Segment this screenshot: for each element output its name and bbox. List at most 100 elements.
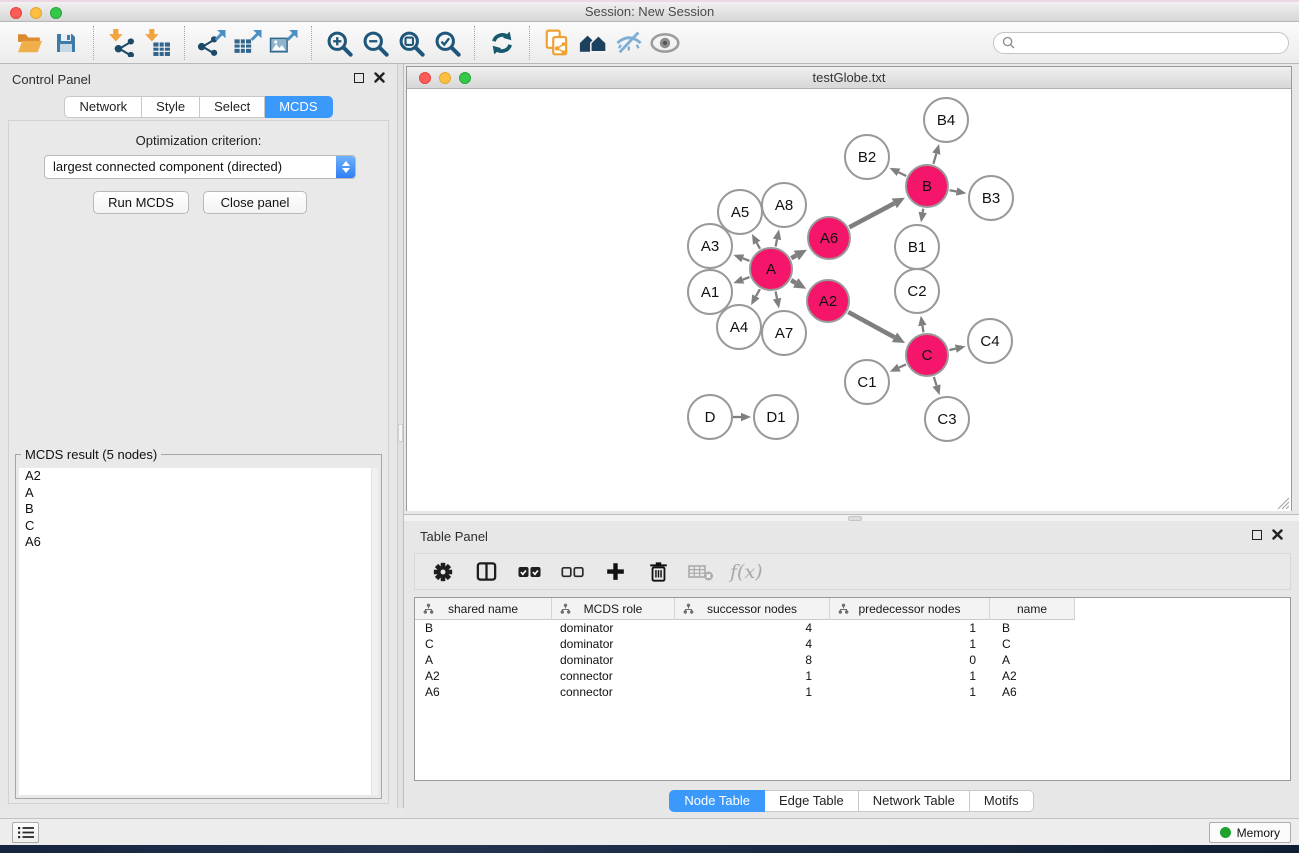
- add-column-button[interactable]: [601, 558, 629, 586]
- graph-node-C3[interactable]: C3: [925, 397, 969, 441]
- run-mcds-button[interactable]: Run MCDS: [93, 191, 189, 214]
- graph-node-C1[interactable]: C1: [845, 360, 889, 404]
- graph-edge-A-A1[interactable]: [733, 276, 749, 284]
- mcds-result-item[interactable]: A: [19, 485, 378, 502]
- maximize-window-button[interactable]: [50, 7, 62, 19]
- graph-edge-C-C2[interactable]: [918, 316, 926, 333]
- save-session-button[interactable]: [48, 25, 84, 61]
- graph-node-C4[interactable]: C4: [968, 319, 1012, 363]
- graph-node-A4[interactable]: A4: [717, 305, 761, 349]
- tab-node-table[interactable]: Node Table: [669, 790, 765, 812]
- graph-edge-D-D1[interactable]: [733, 413, 751, 421]
- graph-node-B[interactable]: B: [906, 165, 948, 207]
- tab-style[interactable]: Style: [142, 96, 200, 118]
- graph-edge-A-A8[interactable]: [773, 229, 781, 246]
- resize-grip-icon[interactable]: [1277, 497, 1290, 510]
- table-row[interactable]: Adominator80A: [415, 652, 1290, 668]
- graph-node-A8[interactable]: A8: [762, 183, 806, 227]
- table-row[interactable]: A2connector11A2: [415, 668, 1290, 684]
- tab-network-table[interactable]: Network Table: [859, 790, 970, 812]
- graph-node-D1[interactable]: D1: [754, 395, 798, 439]
- table-settings-button[interactable]: [429, 558, 457, 586]
- column-header-predecessor-nodes[interactable]: predecessor nodes: [830, 598, 990, 620]
- graph-node-B2[interactable]: B2: [845, 135, 889, 179]
- graph-edge-C-C4[interactable]: [949, 344, 965, 352]
- close-panel-icon[interactable]: [1272, 529, 1283, 540]
- graph-node-B4[interactable]: B4: [924, 98, 968, 142]
- vertical-splitter[interactable]: [397, 64, 404, 808]
- graph-edge-A-A7[interactable]: [773, 292, 781, 309]
- graph-edge-C-C3[interactable]: [933, 377, 941, 395]
- memory-button[interactable]: Memory: [1209, 822, 1291, 843]
- minimize-window-button[interactable]: [439, 72, 451, 84]
- graph-node-A7[interactable]: A7: [762, 311, 806, 355]
- mcds-result-item[interactable]: A6: [19, 534, 378, 551]
- table-row[interactable]: Cdominator41C: [415, 636, 1290, 652]
- graph-node-A[interactable]: A: [750, 248, 792, 290]
- graph-edge-A-A4[interactable]: [751, 289, 760, 305]
- close-window-button[interactable]: [419, 72, 431, 84]
- column-header-name[interactable]: name: [990, 598, 1075, 620]
- export-image-button[interactable]: [266, 25, 302, 61]
- deselect-all-columns-button[interactable]: [558, 558, 586, 586]
- tab-network[interactable]: Network: [64, 96, 142, 118]
- delete-table-button[interactable]: [687, 558, 715, 586]
- export-network-button[interactable]: [194, 25, 230, 61]
- graph-edge-A2-C[interactable]: [848, 312, 905, 343]
- zoom-out-button[interactable]: [357, 25, 393, 61]
- delete-column-button[interactable]: [644, 558, 672, 586]
- zoom-selected-button[interactable]: [429, 25, 465, 61]
- maximize-window-button[interactable]: [459, 72, 471, 84]
- graph-edge-B-B1[interactable]: [919, 209, 927, 223]
- graph-node-C[interactable]: C: [906, 334, 948, 376]
- graph-edge-B-B4[interactable]: [932, 144, 940, 164]
- minimize-window-button[interactable]: [30, 7, 42, 19]
- graph-edge-A-A3[interactable]: [733, 254, 749, 262]
- tab-mcds[interactable]: MCDS: [265, 96, 332, 118]
- graph-edge-A-A5[interactable]: [752, 234, 760, 249]
- tab-edge-table[interactable]: Edge Table: [765, 790, 859, 812]
- close-window-button[interactable]: [10, 7, 22, 19]
- import-network-button[interactable]: [103, 25, 139, 61]
- graph-node-A6[interactable]: A6: [808, 217, 850, 259]
- graph-edge-A6-B[interactable]: [849, 198, 905, 228]
- float-panel-icon[interactable]: [1252, 530, 1262, 540]
- horizontal-splitter[interactable]: [404, 514, 1299, 521]
- graph-node-A1[interactable]: A1: [688, 270, 732, 314]
- select-all-columns-button[interactable]: [515, 558, 543, 586]
- graph-edge-C-C1[interactable]: [890, 364, 906, 372]
- graph-node-B1[interactable]: B1: [895, 225, 939, 269]
- task-history-button[interactable]: [12, 822, 39, 843]
- graph-edge-A-A2[interactable]: [791, 278, 806, 289]
- mcds-result-item[interactable]: C: [19, 518, 378, 535]
- open-session-button[interactable]: [12, 25, 48, 61]
- function-builder-button[interactable]: f(x): [730, 558, 763, 586]
- tab-motifs[interactable]: Motifs: [970, 790, 1034, 812]
- graph-edge-A-A6[interactable]: [791, 250, 807, 261]
- mcds-list-scrollbar[interactable]: [371, 468, 378, 795]
- graph-node-A3[interactable]: A3: [688, 224, 732, 268]
- table-row[interactable]: A6connector11A6: [415, 684, 1290, 700]
- mcds-result-item[interactable]: B: [19, 501, 378, 518]
- show-all-button[interactable]: [647, 25, 683, 61]
- splitter-grip[interactable]: [398, 424, 403, 442]
- apply-layout-button[interactable]: [484, 25, 520, 61]
- tab-select[interactable]: Select: [200, 96, 265, 118]
- mcds-result-item[interactable]: A2: [19, 468, 378, 485]
- export-table-button[interactable]: [230, 25, 266, 61]
- graph-edge-B-B2[interactable]: [890, 168, 907, 176]
- column-header-MCDS-role[interactable]: MCDS role: [552, 598, 675, 620]
- column-header-successor-nodes[interactable]: successor nodes: [675, 598, 830, 620]
- first-neighbors-button[interactable]: [575, 25, 611, 61]
- hide-selected-button[interactable]: [611, 25, 647, 61]
- graph-node-D[interactable]: D: [688, 395, 732, 439]
- graph-node-A2[interactable]: A2: [807, 280, 849, 322]
- zoom-in-button[interactable]: [321, 25, 357, 61]
- table-row[interactable]: Bdominator41B: [415, 620, 1290, 636]
- column-header-shared-name[interactable]: shared name: [415, 598, 552, 620]
- close-panel-icon[interactable]: [374, 72, 385, 83]
- search-input[interactable]: [1020, 36, 1280, 50]
- close-panel-button[interactable]: Close panel: [203, 191, 307, 214]
- split-panel-button[interactable]: [472, 558, 500, 586]
- graph-edge-B-B3[interactable]: [950, 187, 967, 195]
